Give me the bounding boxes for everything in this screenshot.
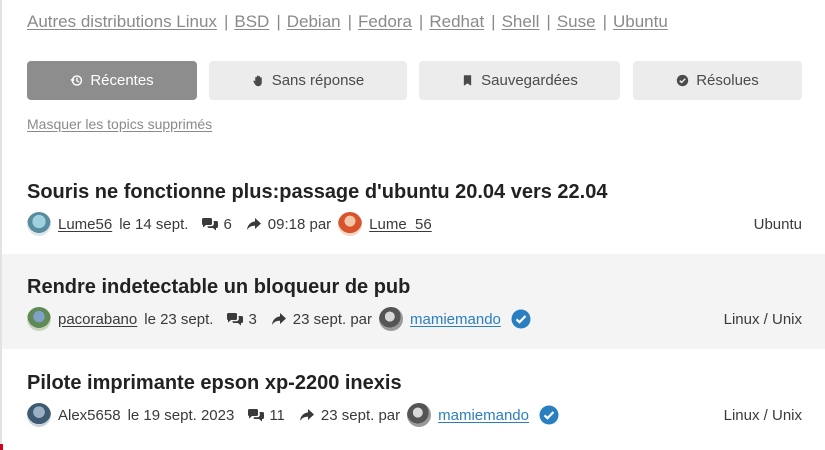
comment-count: 6 xyxy=(223,215,232,233)
separator: | xyxy=(347,12,353,31)
topic-row: Souris ne fonctionne plus:passage d'ubun… xyxy=(2,160,825,254)
last-reply-time: 09:18 par xyxy=(267,215,332,233)
tab-label: Résolues xyxy=(696,72,759,89)
last-reply-avatar[interactable] xyxy=(338,212,363,236)
author-link[interactable]: Lume56 xyxy=(58,216,112,233)
comments-icon xyxy=(226,312,244,327)
separator: | xyxy=(223,12,229,31)
last-reply-author-link[interactable]: Lume_56 xyxy=(369,216,432,233)
reply-arrow-icon xyxy=(271,312,287,326)
reply-arrow-icon xyxy=(299,408,315,422)
tab-recentes[interactable]: Récentes xyxy=(27,61,197,100)
topic-row: Rendre indetectable un bloqueur de pub p… xyxy=(2,254,825,349)
post-date: le 14 sept. xyxy=(119,215,189,233)
comments-icon xyxy=(201,217,219,232)
separator: | xyxy=(602,12,607,31)
bookmark-icon xyxy=(463,75,472,86)
tab-sauvegardees[interactable]: Sauvegardées xyxy=(419,61,620,100)
comment-count: 11 xyxy=(269,406,285,424)
hand-icon xyxy=(253,75,262,87)
subforum-link-debian[interactable]: Debian xyxy=(287,12,341,31)
comment-count: 3 xyxy=(248,310,257,328)
last-reply-author-link[interactable]: mamiemando xyxy=(410,311,501,328)
post-date: le 19 sept. 2023 xyxy=(127,406,235,424)
topic-meta: Alex5658 le 19 sept. 2023 11 23 sept. pa… xyxy=(27,403,559,427)
subforum-link-suse[interactable]: Suse xyxy=(557,12,596,31)
tab-resolues[interactable]: Résolues xyxy=(633,61,802,100)
topic-category[interactable]: Linux / Unix xyxy=(724,311,802,328)
last-reply-time: 23 sept. par xyxy=(320,406,401,424)
subforum-link-redhat[interactable]: Redhat xyxy=(429,12,484,31)
subforum-link-shell[interactable]: Shell xyxy=(502,12,540,31)
post-date: le 23 sept. xyxy=(144,310,214,328)
topic-title[interactable]: Souris ne fonctionne plus:passage d'ubun… xyxy=(27,181,607,204)
tab-label: Sans réponse xyxy=(271,72,365,89)
tab-label: Récentes xyxy=(90,72,154,89)
subforum-link-bsd[interactable]: BSD xyxy=(234,12,269,31)
topic-meta: pacorabano le 23 sept. 3 23 sept. par ma… xyxy=(27,307,531,331)
history-icon xyxy=(70,75,83,86)
last-reply-avatar[interactable] xyxy=(407,403,432,427)
avatar[interactable] xyxy=(27,212,51,236)
separator: | xyxy=(418,12,424,31)
subforum-link-autres[interactable]: Autres distributions Linux xyxy=(27,12,217,31)
verified-badge-icon xyxy=(511,309,531,329)
subforum-links: Autres distributions Linux | BSD | Debian | Fe… xyxy=(27,12,668,32)
author-link[interactable]: pacorabano xyxy=(58,311,137,328)
tab-label: Sauvegardées xyxy=(481,72,578,89)
author-name[interactable]: Alex5658 xyxy=(58,407,121,424)
last-reply-time: 23 sept. par xyxy=(292,310,373,328)
topic-category[interactable]: Linux / Unix xyxy=(724,407,802,424)
check-circle-icon xyxy=(677,74,689,87)
last-reply-author-link[interactable]: mamiemando xyxy=(438,407,529,424)
topic-title[interactable]: Rendre indetectable un bloqueur de pub xyxy=(27,276,410,299)
subforum-link-ubuntu[interactable]: Ubuntu xyxy=(613,12,668,31)
topic-meta: Lume56 le 14 sept. 6 09:18 par Lume_56 xyxy=(27,212,432,236)
comments-icon xyxy=(247,408,265,423)
hide-deleted-topics-link[interactable]: Masquer les topics supprimés xyxy=(27,116,212,132)
topic-row: Pilote imprimante epson xp-2200 inexis A… xyxy=(2,349,825,450)
tab-sans-reponse[interactable]: Sans réponse xyxy=(209,61,407,100)
verified-badge-icon xyxy=(539,405,559,425)
avatar[interactable] xyxy=(27,307,51,331)
separator: | xyxy=(546,12,551,31)
separator: | xyxy=(491,12,496,31)
separator: | xyxy=(276,12,281,31)
subforum-link-fedora[interactable]: Fedora xyxy=(358,12,412,31)
last-reply-avatar[interactable] xyxy=(379,307,404,331)
avatar[interactable] xyxy=(27,403,51,427)
reply-arrow-icon xyxy=(246,217,262,231)
topic-category[interactable]: Ubuntu xyxy=(754,216,802,233)
topic-title[interactable]: Pilote imprimante epson xp-2200 inexis xyxy=(27,372,402,395)
